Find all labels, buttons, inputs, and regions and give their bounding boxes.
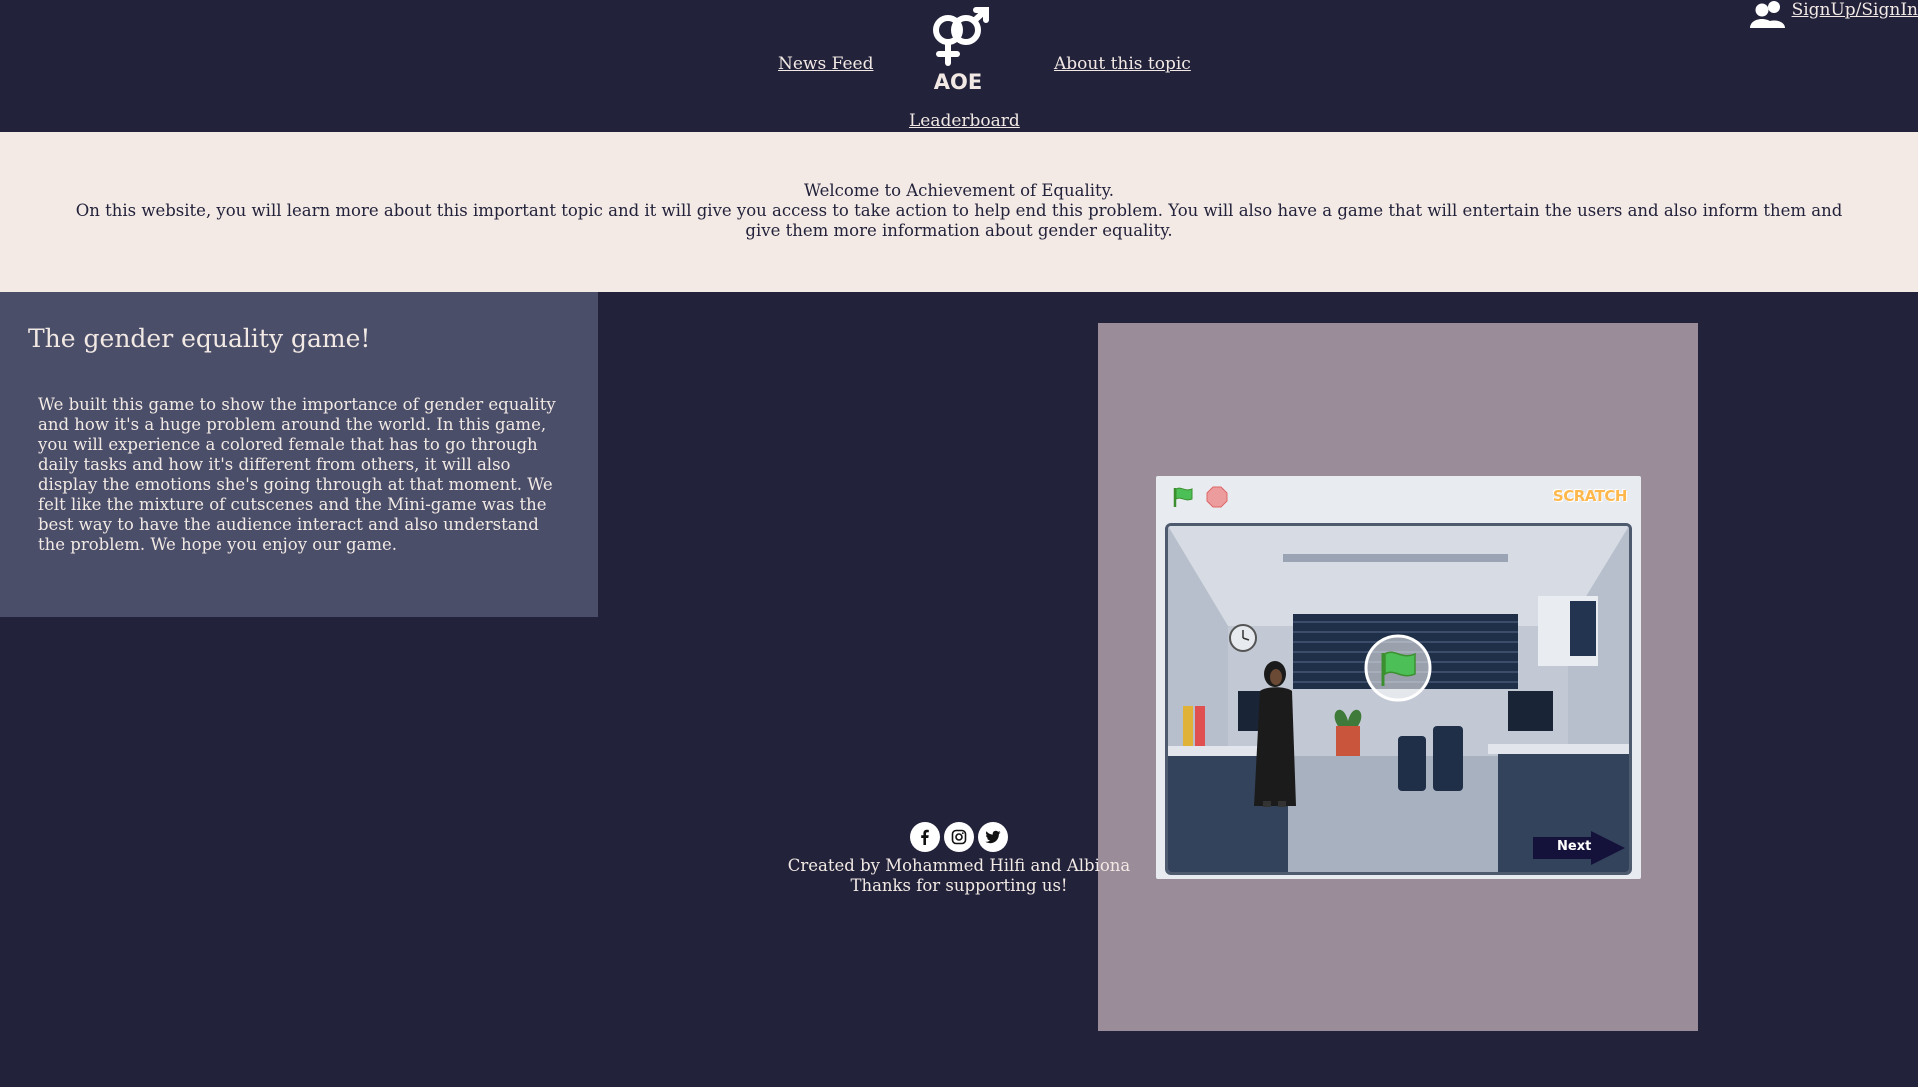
green-flag-icon[interactable] xyxy=(1172,486,1194,508)
signin-label: SignUp/SignIn xyxy=(1791,0,1918,20)
game-panel: SCRATCH Next xyxy=(1098,323,1698,1031)
nav-news-feed[interactable]: News Feed xyxy=(778,54,873,74)
social-links xyxy=(740,822,1178,852)
welcome-section: Welcome to Achievement of Equality. On t… xyxy=(0,132,1918,292)
facebook-link[interactable] xyxy=(910,822,940,852)
footer-credit: Created by Mohammed Hilfi and Albiona xyxy=(787,856,1131,875)
instagram-icon xyxy=(951,829,967,845)
site-header: News Feed AOE About this topic Leaderboa… xyxy=(0,0,1918,132)
instagram-link[interactable] xyxy=(944,822,974,852)
twitter-icon xyxy=(985,830,1001,844)
next-button-label: Next xyxy=(1557,839,1592,854)
scratch-toolbar: SCRATCH xyxy=(1156,476,1641,518)
game-info-title: The gender equality game! xyxy=(28,324,371,353)
scratch-player[interactable]: SCRATCH Next xyxy=(1156,476,1641,879)
nav-leaderboard[interactable]: Leaderboard xyxy=(909,111,1020,131)
welcome-description: On this website, you will learn more abo… xyxy=(75,201,1843,240)
users-icon xyxy=(1749,1,1785,28)
welcome-heading: Welcome to Achievement of Equality. xyxy=(803,181,1115,200)
next-button[interactable]: Next xyxy=(1533,831,1625,865)
facebook-icon xyxy=(921,829,929,845)
game-info-text: We built this game to show the importanc… xyxy=(38,395,556,554)
footer-thanks: Thanks for supporting us! xyxy=(850,876,1068,895)
office-scene xyxy=(1168,526,1629,872)
site-footer: Created by Mohammed Hilfi and Albiona Th… xyxy=(740,822,1178,896)
twitter-link[interactable] xyxy=(978,822,1008,852)
logo-text: AOE xyxy=(933,70,983,94)
game-info-card: The gender equality game! We built this … xyxy=(0,292,598,617)
logo[interactable]: AOE xyxy=(918,6,998,96)
stop-icon[interactable] xyxy=(1206,486,1228,508)
game-stage[interactable]: Next xyxy=(1165,523,1632,875)
gender-symbol-icon xyxy=(933,7,989,66)
scratch-logo[interactable]: SCRATCH xyxy=(1553,487,1628,505)
signin-link[interactable]: SignUp/SignIn xyxy=(1749,0,1918,28)
nav-about-topic[interactable]: About this topic xyxy=(1054,54,1191,74)
